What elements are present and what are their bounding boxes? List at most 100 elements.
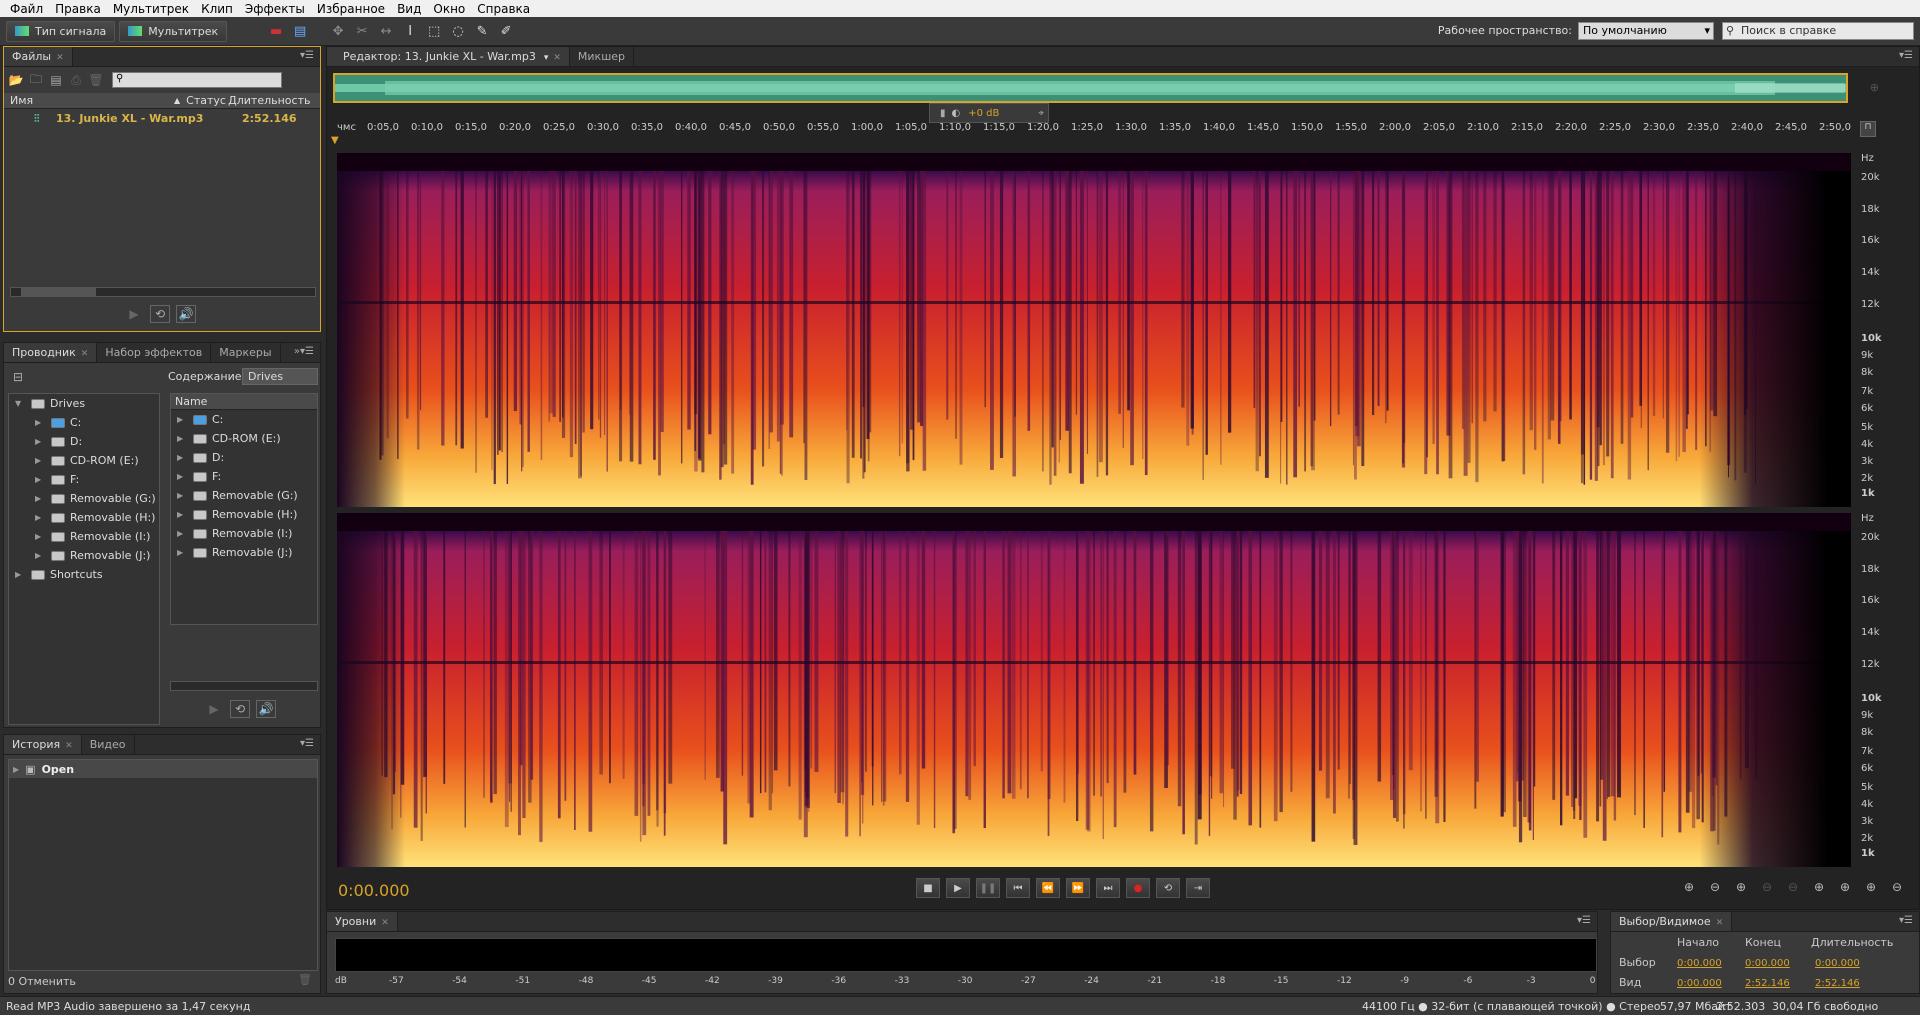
- lock-icon[interactable]: ⊓: [1860, 121, 1876, 137]
- dropdown-icon[interactable]: ▾: [544, 53, 549, 63]
- tree-item[interactable]: ▶ Removable (H:): [9, 508, 159, 527]
- tree-item-drives[interactable]: ▼ Drives: [9, 394, 159, 413]
- column-status[interactable]: Статус: [186, 94, 228, 107]
- menu-multitrack[interactable]: Мультитрек: [107, 2, 195, 16]
- menu-help[interactable]: Справка: [471, 2, 536, 16]
- menu-window[interactable]: Окно: [427, 2, 471, 16]
- new-file-icon[interactable]: ▤: [46, 71, 66, 89]
- tab-explorer[interactable]: Проводник ✕: [4, 343, 98, 362]
- move-tool-icon[interactable]: ✥: [329, 22, 347, 40]
- loop-preview-icon[interactable]: ⟲: [230, 700, 250, 718]
- collapsed-icon[interactable]: ▶: [15, 570, 25, 579]
- time-ruler[interactable]: чмс 0:05,0 0:10,0 0:15,0 0:20,0 0:25,0 0:30,0 0…: [337, 121, 1852, 137]
- play-preview-icon[interactable]: ▶: [204, 700, 224, 718]
- menu-favorites[interactable]: Избранное: [311, 2, 391, 16]
- files-search-input[interactable]: ⚲: [112, 72, 282, 88]
- zoom-selection-icon[interactable]: ⊕: [1832, 880, 1858, 894]
- collapsed-icon[interactable]: ▶: [35, 456, 45, 465]
- previous-button[interactable]: ⏮: [1006, 878, 1030, 898]
- panel-menu-icon[interactable]: ▾☰: [1899, 50, 1913, 61]
- selection-start-value[interactable]: 0:00.000: [1677, 958, 1722, 969]
- gain-knob-icon[interactable]: ◐: [952, 108, 961, 119]
- tab-selection-view[interactable]: Выбор/Видимое ✕: [1611, 912, 1733, 931]
- zoom-fit-icon[interactable]: ⊕: [1858, 880, 1884, 894]
- view-start-value[interactable]: 0:00.000: [1677, 978, 1722, 989]
- close-icon[interactable]: ✕: [1716, 918, 1724, 928]
- close-icon[interactable]: ✕: [381, 918, 389, 928]
- fast-forward-button[interactable]: ⏩: [1066, 878, 1090, 898]
- trash-icon[interactable]: 🗑: [298, 973, 312, 986]
- spectrogram-right-channel[interactable]: [337, 513, 1851, 867]
- skip-selection-button[interactable]: ⇥: [1186, 878, 1210, 898]
- record-button[interactable]: ●: [1126, 878, 1150, 898]
- collapsed-icon[interactable]: ▶: [35, 551, 45, 560]
- loop-preview-icon[interactable]: ⟲: [150, 305, 170, 323]
- current-time[interactable]: 0:00.000: [338, 881, 410, 900]
- selection-duration-value[interactable]: 0:00.000: [1815, 958, 1860, 969]
- zoom-out-amplitude-icon[interactable]: ⊖: [1702, 880, 1728, 894]
- tab-files[interactable]: Файлы ✕: [4, 47, 73, 66]
- spectral-display-icon[interactable]: ▬: [267, 22, 285, 40]
- sort-up-icon[interactable]: ▲: [174, 96, 180, 105]
- brush-tool-icon[interactable]: ✎: [473, 22, 491, 40]
- list-item[interactable]: ▶ F:: [171, 467, 317, 486]
- tree-item-shortcuts[interactable]: ▶ Shortcuts: [9, 565, 159, 584]
- menu-clip[interactable]: Клип: [195, 2, 239, 16]
- panel-menu-icon[interactable]: ▾☰: [1899, 915, 1913, 926]
- zoom-in-point-icon[interactable]: ⊕: [1806, 880, 1832, 894]
- file-row[interactable]: ⫶⫶ 13. Junkie XL - War.mp3 2:52.146: [4, 109, 320, 128]
- expand-icon[interactable]: ▶: [13, 765, 19, 774]
- tab-markers[interactable]: Маркеры: [211, 343, 281, 362]
- close-icon[interactable]: ✕: [81, 349, 89, 359]
- tab-editor[interactable]: Редактор: 13. Junkie XL - War.mp3 ▾ ✕: [327, 47, 570, 66]
- waveform-overview[interactable]: [333, 73, 1848, 103]
- import-file-icon[interactable]: 🗀: [26, 71, 46, 89]
- history-item[interactable]: ▶ ▣ Open: [9, 760, 317, 778]
- view-end-value[interactable]: 2:52.146: [1745, 978, 1790, 989]
- tab-levels[interactable]: Уровни ✕: [327, 912, 398, 931]
- lasso-tool-icon[interactable]: ◌: [449, 22, 467, 40]
- stop-button[interactable]: ■: [916, 878, 940, 898]
- pin-icon[interactable]: ⌖: [1038, 108, 1044, 119]
- rewind-button[interactable]: ⏪: [1036, 878, 1060, 898]
- gain-hud[interactable]: ▮ ◐ +0 dB ⌖: [929, 103, 1049, 123]
- tree-item[interactable]: ▶ Removable (J:): [9, 546, 159, 565]
- collapsed-icon[interactable]: ▶: [35, 494, 45, 503]
- play-button[interactable]: ▶: [946, 878, 970, 898]
- insert-multitrack-icon[interactable]: ⎙: [66, 71, 86, 89]
- zoom-to-selection-icon[interactable]: ⊕: [1870, 81, 1879, 94]
- tree-item[interactable]: ▶ Removable (G:): [9, 489, 159, 508]
- tab-effects-rack[interactable]: Набор эффектов: [97, 343, 212, 362]
- open-file-icon[interactable]: 📂: [6, 71, 26, 89]
- close-icon[interactable]: ✕: [553, 53, 561, 63]
- menu-edit[interactable]: Правка: [49, 2, 107, 16]
- column-name[interactable]: Name: [171, 394, 317, 410]
- list-item[interactable]: ▶ C:: [171, 410, 317, 429]
- zoom-in-time-icon[interactable]: ⊕: [1728, 880, 1754, 894]
- column-duration[interactable]: Длительность: [228, 94, 310, 107]
- zoom-out-time-icon[interactable]: ⊖: [1754, 880, 1780, 894]
- play-preview-icon[interactable]: ▶: [124, 305, 144, 323]
- panel-menu-icon[interactable]: »▾☰: [294, 346, 314, 357]
- multitrack-view-button[interactable]: Мультитрек: [119, 20, 228, 42]
- list-item[interactable]: ▶ Removable (I:): [171, 524, 317, 543]
- view-duration-value[interactable]: 2:52.146: [1815, 978, 1860, 989]
- drive-view-icon[interactable]: ⊟: [8, 368, 28, 386]
- razor-tool-icon[interactable]: ✂: [353, 22, 371, 40]
- spectrogram-left-channel[interactable]: [337, 153, 1851, 507]
- loop-button[interactable]: ⟲: [1156, 878, 1180, 898]
- collapsed-icon[interactable]: ▶: [35, 418, 45, 427]
- menu-file[interactable]: Файл: [4, 2, 49, 16]
- panel-menu-icon[interactable]: ▾☰: [1577, 915, 1591, 926]
- collapsed-icon[interactable]: ▶: [35, 437, 45, 446]
- list-item[interactable]: ▶ Removable (H:): [171, 505, 317, 524]
- selection-end-value[interactable]: 0:00.000: [1745, 958, 1790, 969]
- tab-video[interactable]: Видео: [82, 735, 135, 754]
- menu-effects[interactable]: Эффекты: [239, 2, 311, 16]
- horizontal-scrollbar[interactable]: [10, 287, 316, 297]
- list-item[interactable]: ▶ CD-ROM (E:): [171, 429, 317, 448]
- panel-menu-icon[interactable]: ▾☰: [300, 738, 314, 749]
- collapsed-icon[interactable]: ▶: [35, 513, 45, 522]
- expanded-icon[interactable]: ▼: [15, 399, 25, 408]
- collapsed-icon[interactable]: ▶: [35, 475, 45, 484]
